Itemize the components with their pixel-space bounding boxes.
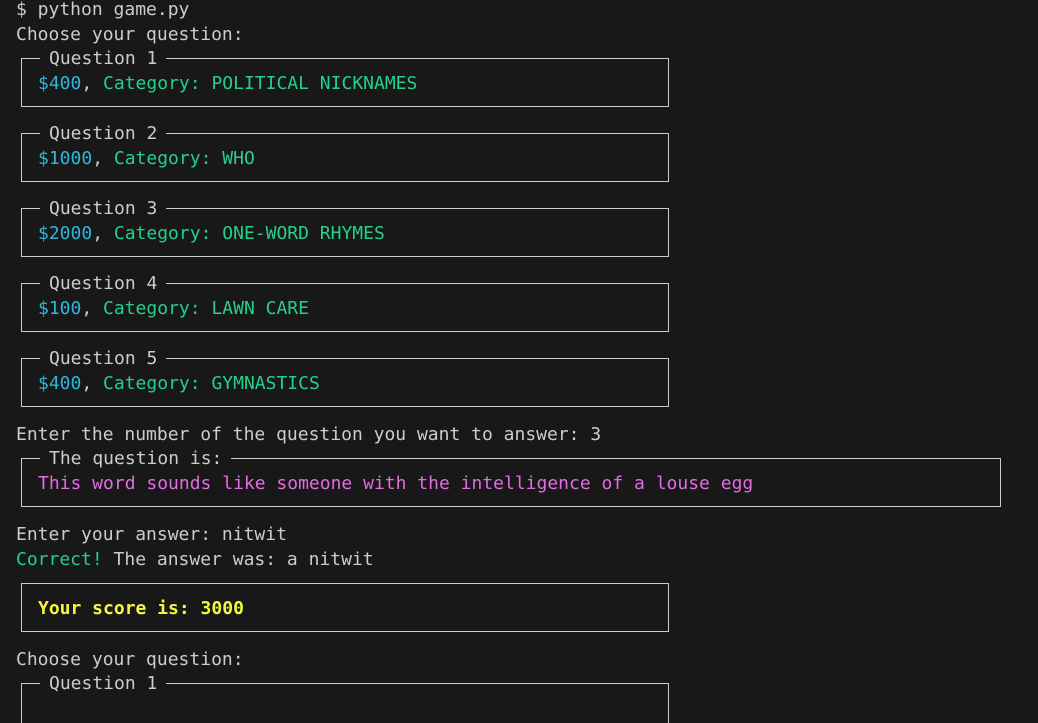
question-amount: $400 [38, 73, 82, 94]
question-panel-1: Question 1 $400, Category: POLITICAL NIC… [21, 46, 669, 107]
question-panel-5: Question 5 $400, Category: GYMNASTICS [21, 346, 669, 407]
category-name: GYMNASTICS [211, 373, 320, 394]
result-line: Correct! The answer was: a nitwit [16, 547, 374, 572]
question-text: This word sounds like someone with the i… [38, 473, 754, 494]
question-panel-title: Question 4 [40, 271, 167, 296]
category-label: Category: [103, 373, 201, 394]
question-panel-title: Question 5 [40, 346, 167, 371]
answer-was-text: The answer was: a nitwit [102, 549, 374, 570]
score-panel: Your score is: 3000 [21, 583, 669, 632]
question-amount: $2000 [38, 223, 93, 244]
category-label: Category: [113, 223, 212, 244]
question-panel-body: $2000, Category: ONE-WORD RHYMES [38, 223, 385, 244]
question-panel-3: Question 3 $2000, Category: ONE-WORD RHY… [21, 196, 669, 257]
question-amount: $100 [38, 298, 82, 319]
question-panel-body: $400, Category: POLITICAL NICKNAMES [38, 73, 418, 94]
number-prompt: Enter the number of the question you wan… [16, 424, 602, 445]
question-panel-body: $400, Category: GYMNASTICS [38, 373, 320, 394]
question-amount: $1000 [38, 148, 93, 169]
category-name: POLITICAL NICKNAMES [211, 73, 418, 94]
score-text: Your score is: 3000 [38, 598, 244, 619]
question-panel-body: $100, Category: LAWN CARE [38, 298, 309, 319]
question-panel-title: Question 1 [40, 671, 167, 696]
question-amount: $400 [38, 373, 82, 394]
question-text-panel: The question is: This word sounds like s… [21, 446, 1001, 507]
category-name: LAWN CARE [211, 298, 309, 319]
question-panel-2: Question 2 $1000, Category: WHO [21, 121, 669, 182]
category-label: Category: [113, 148, 212, 169]
question-panel-next: Question 1 [21, 671, 669, 723]
category-name: WHO [222, 148, 255, 169]
question-text-panel-title: The question is: [40, 446, 232, 471]
question-panel-title: Question 1 [40, 46, 167, 71]
category-label: Category: [103, 298, 201, 319]
question-panel-body: $1000, Category: WHO [38, 148, 255, 169]
question-panel-title: Question 3 [40, 196, 167, 221]
choose-prompt-2: Choose your question: [16, 649, 244, 670]
category-name: ONE-WORD RHYMES [222, 223, 385, 244]
choose-prompt: Choose your question: [16, 24, 244, 45]
question-panel-title: Question 2 [40, 121, 167, 146]
answer-prompt: Enter your answer: nitwit [16, 524, 287, 545]
command-line: $ python game.py [16, 0, 190, 20]
correct-label: Correct! [16, 549, 103, 570]
category-label: Category: [103, 73, 201, 94]
question-panel-4: Question 4 $100, Category: LAWN CARE [21, 271, 669, 332]
